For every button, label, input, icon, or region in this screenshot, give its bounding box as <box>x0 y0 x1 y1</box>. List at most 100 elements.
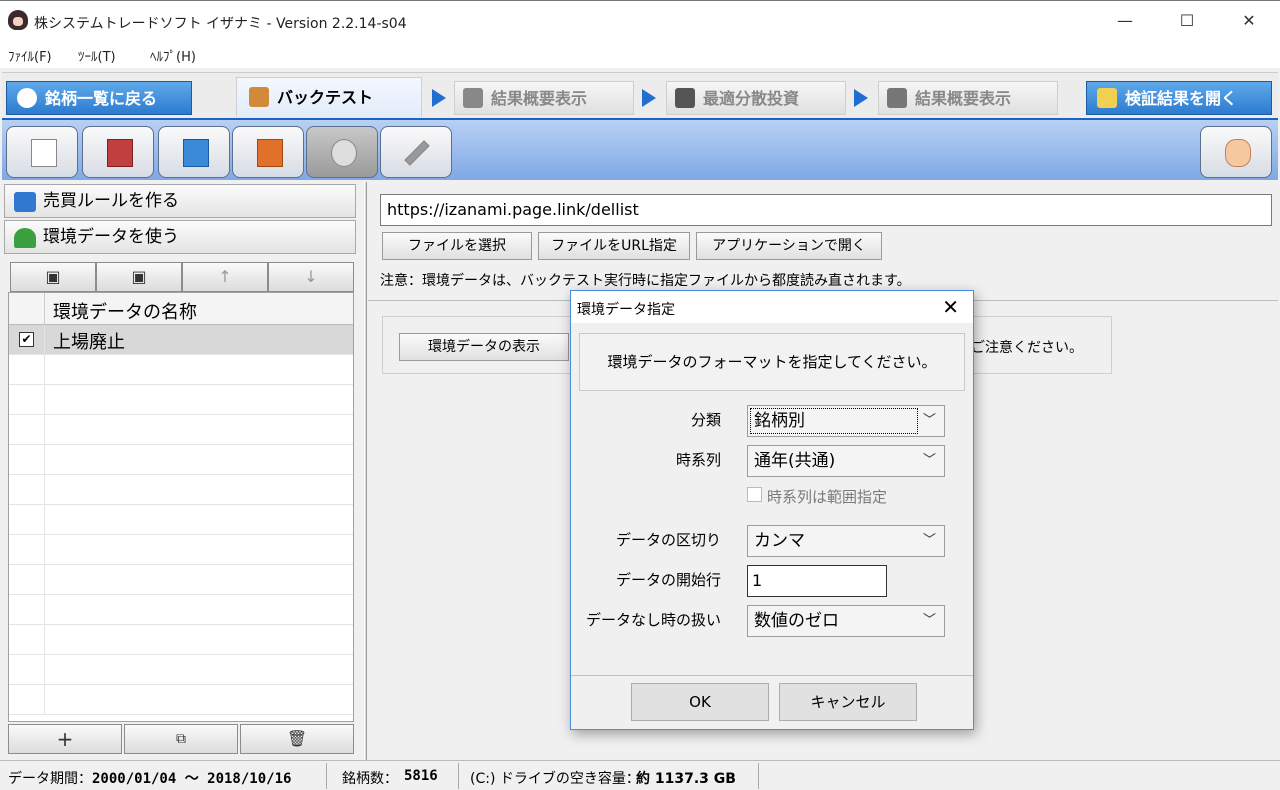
wrench-icon <box>404 140 430 166</box>
save-button[interactable]: ▣ <box>10 262 96 292</box>
ok-button[interactable]: OK <box>631 683 769 721</box>
dialog-divider <box>571 675 973 676</box>
list-row-col <box>9 595 45 625</box>
panel-splitter[interactable] <box>364 182 367 760</box>
close-button[interactable]: ✕ <box>1226 5 1272 37</box>
list-item[interactable]: ✔ 上場廃止 <box>9 325 353 355</box>
title-bar: 株システムトレードソフト イザナミ - Version 2.2.14-s04 —… <box>0 0 1280 42</box>
tab-back-to-list[interactable]: 銘柄一覧に戻る <box>6 81 192 115</box>
make-rules-button[interactable]: 売買ルールを作る <box>4 184 356 218</box>
timeseries-label: 時系列 <box>675 451 721 469</box>
delimiter-select[interactable]: カンマ ﹀ <box>747 525 945 557</box>
dialog-title: 環境データ指定 <box>577 302 675 318</box>
list-row-empty <box>9 505 353 535</box>
toolbox-button[interactable] <box>82 126 154 178</box>
grid-icon <box>675 88 695 108</box>
chevron-down-icon: ﹀ <box>922 413 936 428</box>
list-row-col <box>9 565 45 595</box>
tab-summary-2[interactable]: 結果概要表示 <box>878 81 1058 115</box>
move-up-button[interactable]: ↑ <box>182 262 268 292</box>
new-file-icon <box>31 139 57 167</box>
export-button[interactable] <box>158 126 230 178</box>
left-panel: 売買ルールを作る 環境データを使う ▣ ▣ ↑ ↓ 環境データの名称 ✔ 上場廃… <box>2 182 364 760</box>
copy-button[interactable]: ⧉ <box>124 724 238 754</box>
add-button[interactable]: + <box>8 724 122 754</box>
tools-button[interactable] <box>380 126 452 178</box>
start-row-label: データの開始行 <box>615 571 721 589</box>
arrow-right-icon <box>642 89 656 107</box>
list-row-col <box>9 655 45 685</box>
list-row-empty <box>9 565 353 595</box>
show-env-data-button[interactable]: 環境データの表示 <box>399 333 569 361</box>
menu-tools[interactable]: ﾂｰﾙ(T) <box>78 46 116 65</box>
import-button[interactable] <box>232 126 304 178</box>
menu-help[interactable]: ﾍﾙﾌﾟ(H) <box>150 46 196 65</box>
copy-icon: ⧉ <box>176 731 186 747</box>
palette-icon <box>331 139 357 167</box>
instruction-box: 環境データのフォーマットを指定してください。 <box>579 333 965 391</box>
maximize-button[interactable]: ☐ <box>1164 5 1210 37</box>
list-row-col <box>9 535 45 565</box>
focus-ring <box>750 408 918 434</box>
tab-open-results[interactable]: 検証結果を開く <box>1086 81 1272 115</box>
hand-icon <box>1225 139 1251 167</box>
help-button[interactable] <box>1200 126 1272 178</box>
cancel-button[interactable]: キャンセル <box>779 683 917 721</box>
tab-summary-1[interactable]: 結果概要表示 <box>454 81 634 115</box>
save-as-button[interactable]: ▣ <box>96 262 182 292</box>
window-title: 株システムトレードソフト イザナミ - Version 2.2.14-s04 <box>34 16 407 32</box>
delimiter-label: データの区切り <box>615 531 721 549</box>
list-row-empty <box>9 385 353 415</box>
reload-note: 注意：環境データは、バックテスト実行時に指定ファイルから都度読み直されます。 <box>380 273 911 289</box>
list-row-empty <box>9 475 353 505</box>
count-label: 銘柄数： <box>342 771 398 787</box>
url-specify-button[interactable]: ファイルをURL指定 <box>538 232 690 260</box>
minimize-button[interactable]: — <box>1102 5 1148 37</box>
timeseries-value: 通年(共通) <box>754 451 836 471</box>
status-separator <box>458 763 459 789</box>
list-row-col <box>9 445 45 475</box>
timeseries-select[interactable]: 通年(共通) ﹀ <box>747 445 945 477</box>
dialog-close-icon[interactable]: ✕ <box>942 295 959 319</box>
menu-bar: ﾌｧｲﾙ(F) ﾂｰﾙ(T) ﾍﾙﾌﾟ(H) <box>0 42 1280 68</box>
chevron-down-icon: ﹀ <box>922 533 936 548</box>
start-row-input[interactable]: 1 <box>747 565 887 597</box>
import-icon <box>257 139 283 167</box>
list-row-col <box>9 475 45 505</box>
list-row-col <box>9 505 45 535</box>
env-data-list: 環境データの名称 ✔ 上場廃止 <box>8 292 354 722</box>
select-file-button[interactable]: ファイルを選択 <box>382 232 532 260</box>
tab-backtest[interactable]: バックテスト <box>236 77 422 117</box>
sprout-icon <box>14 228 36 248</box>
list-row-col <box>9 415 45 445</box>
range-checkbox[interactable] <box>747 487 762 502</box>
no-data-select[interactable]: 数値のゼロ ﹀ <box>747 605 945 637</box>
range-checkbox-label: 時系列は範囲指定 <box>767 488 888 506</box>
disk-label: (C:) ドライブの空き容量： <box>470 771 640 787</box>
category-select[interactable]: 銘柄別 ﹀ <box>747 405 945 437</box>
export-icon <box>183 139 209 167</box>
bar-chart-icon <box>887 88 907 108</box>
delete-button[interactable]: 🗑 <box>240 724 354 754</box>
tab-optimal-allocation[interactable]: 最適分散投資 <box>666 81 846 115</box>
disk-value: 約 1137.3 GB <box>636 771 736 787</box>
move-down-button[interactable]: ↓ <box>268 262 354 292</box>
status-separator <box>326 763 327 789</box>
new-file-button[interactable] <box>6 126 78 178</box>
list-row-empty <box>9 445 353 475</box>
thumb-chart-icon <box>463 88 483 108</box>
item-checkbox[interactable]: ✔ <box>19 332 34 347</box>
toolbar <box>2 118 1278 180</box>
open-with-app-button[interactable]: アプリケーションで開く <box>696 232 882 260</box>
make-rules-label: 売買ルールを作る <box>43 191 179 211</box>
url-field[interactable]: https://izanami.page.link/dellist <box>380 194 1272 226</box>
use-env-data-button[interactable]: 環境データを使う <box>4 220 356 254</box>
menu-file[interactable]: ﾌｧｲﾙ(F) <box>8 46 52 65</box>
arrow-right-icon <box>854 89 868 107</box>
category-label: 分類 <box>690 411 721 429</box>
status-separator <box>758 763 759 789</box>
list-item-check-col: ✔ <box>9 325 45 355</box>
arrow-right-icon <box>432 89 446 107</box>
backtest-icon <box>249 87 269 107</box>
palette-button[interactable] <box>306 126 378 178</box>
